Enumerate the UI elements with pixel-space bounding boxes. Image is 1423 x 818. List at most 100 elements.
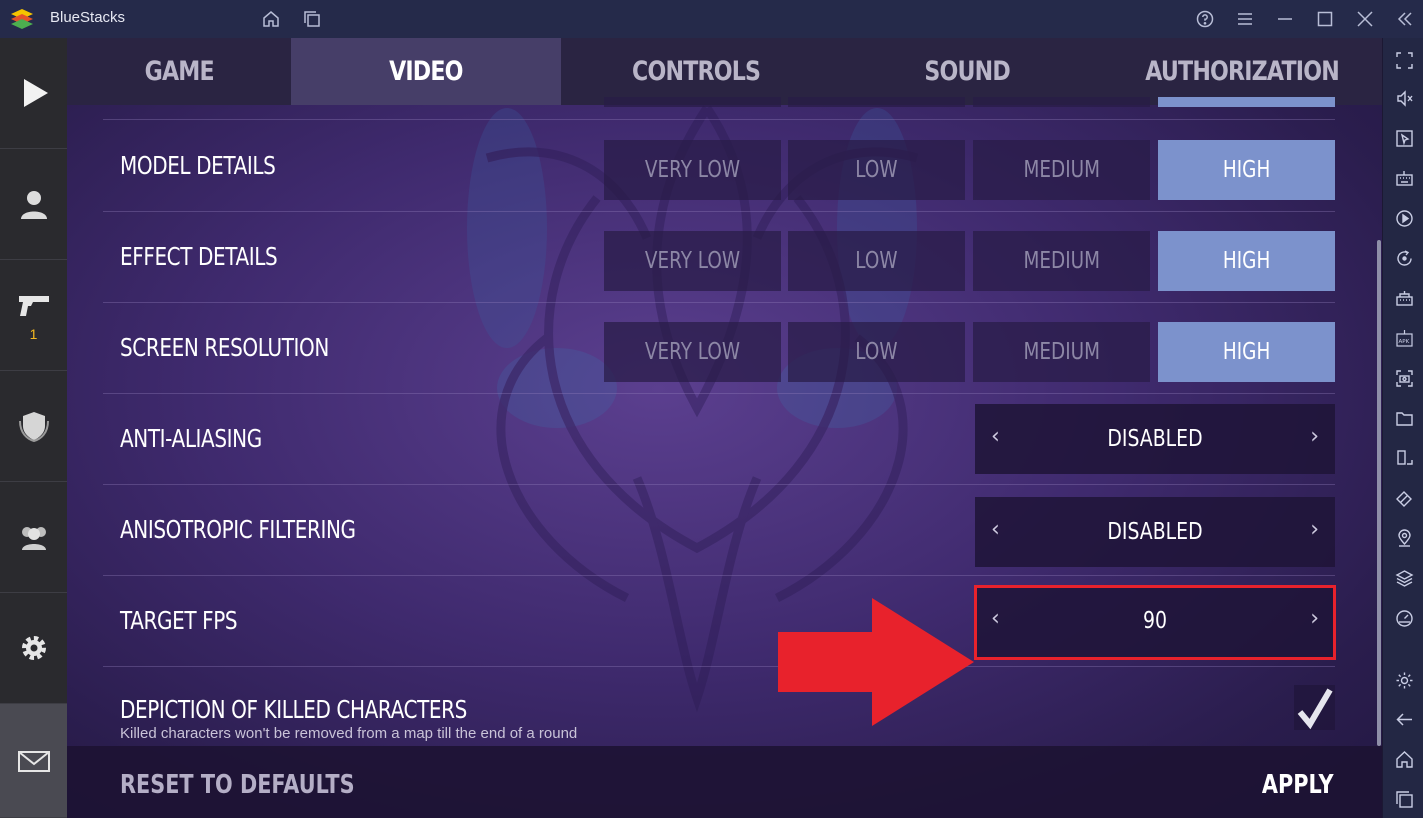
pistol-icon — [18, 296, 49, 316]
setting-row-partial — [103, 97, 1335, 120]
folder-icon[interactable] — [1393, 407, 1415, 429]
option-very-low[interactable]: VERY LOW — [604, 140, 781, 200]
location-icon[interactable] — [1393, 527, 1415, 549]
recent-apps-icon[interactable] — [1393, 788, 1415, 810]
friends-icon — [21, 527, 46, 550]
stepper-value: DISABLED — [1107, 519, 1203, 545]
arrow-left-icon[interactable]: ‹ — [991, 517, 1000, 542]
scrollbar[interactable] — [1377, 240, 1381, 746]
stepper-value: DISABLED — [1107, 426, 1203, 452]
setting-description: Killed characters won't be removed from … — [120, 725, 578, 742]
gear-icon — [21, 636, 46, 660]
collapse-sidebar-icon[interactable] — [1393, 7, 1417, 31]
screenshot-icon[interactable] — [1393, 367, 1415, 389]
pointer-icon[interactable] — [1393, 127, 1415, 149]
option-medium[interactable]: MEDIUM — [973, 231, 1150, 291]
value-stepper: ‹ 90 › — [974, 585, 1336, 660]
rotate-icon[interactable] — [1393, 247, 1415, 269]
tab-authorization[interactable]: AUTHORIZATION — [1103, 38, 1382, 105]
option-high[interactable]: HIGH — [1158, 140, 1335, 200]
fullscreen-icon[interactable] — [1393, 49, 1415, 71]
volume-icon[interactable] — [1393, 87, 1415, 109]
multi-instance-icon[interactable] — [300, 7, 324, 31]
sidebar-item-profile[interactable] — [0, 149, 67, 260]
option-medium[interactable]: MEDIUM — [973, 140, 1150, 200]
setting-label: MODEL DETAILS — [120, 151, 276, 180]
media-icon[interactable] — [1393, 207, 1415, 229]
option-low[interactable]: LOW — [788, 322, 965, 382]
setting-row-target-fps: TARGET FPS ‹ 90 › — [103, 576, 1336, 667]
arrow-right-icon[interactable]: › — [1310, 517, 1319, 542]
tab-video[interactable]: VIDEO — [291, 38, 561, 105]
apply-button[interactable]: APPLY — [1262, 770, 1334, 800]
setting-label: EFFECT DETAILS — [120, 242, 278, 271]
arrow-right-icon[interactable]: › — [1310, 424, 1319, 449]
arrow-left-icon[interactable]: ‹ — [991, 424, 1000, 449]
app-title: BlueStacks — [50, 9, 126, 26]
apk-icon[interactable]: APK — [1393, 327, 1415, 349]
option-medium[interactable]: MEDIUM — [973, 322, 1150, 382]
sidebar-item-clan[interactable] — [0, 371, 67, 482]
right-toolbar: APK — [1383, 38, 1423, 818]
back-icon[interactable] — [1393, 708, 1415, 730]
depiction-checkbox[interactable] — [1294, 685, 1335, 730]
setting-label: TARGET FPS — [120, 606, 238, 635]
reset-to-defaults-button[interactable]: RESET TO DEFAULTS — [120, 770, 355, 800]
macro-icon[interactable] — [1393, 287, 1415, 309]
game-sidebar: 1 — [0, 38, 67, 818]
settings-panel: GAME VIDEO CONTROLS SOUND AUTHORIZATION … — [67, 38, 1382, 818]
setting-row-screen-resolution: SCREEN RESOLUTION VERY LOW LOW MEDIUM HI… — [103, 303, 1335, 394]
minimize-icon[interactable] — [1273, 7, 1297, 31]
setting-row-effect-details: EFFECT DETAILS VERY LOW LOW MEDIUM HIGH — [103, 212, 1335, 303]
tab-sound[interactable]: SOUND — [831, 38, 1103, 105]
layers-icon[interactable] — [1393, 567, 1415, 589]
eraser-icon[interactable] — [1393, 487, 1415, 509]
sidebar-item-friends[interactable] — [0, 482, 67, 593]
play-icon — [23, 79, 48, 107]
keyboard-icon[interactable] — [1393, 167, 1415, 189]
option-high[interactable]: HIGH — [1158, 322, 1335, 382]
setting-row-anti-aliasing: ANTI-ALIASING ‹ DISABLED › — [103, 394, 1335, 485]
sidebar-item-play[interactable] — [0, 38, 67, 149]
arrow-left-icon[interactable]: ‹ — [991, 606, 1000, 631]
option-low[interactable]: LOW — [788, 140, 965, 200]
mail-icon — [17, 750, 50, 772]
setting-label: SCREEN RESOLUTION — [120, 333, 329, 362]
sidebar-item-mail[interactable] — [0, 704, 67, 818]
settings-icon[interactable] — [1393, 669, 1415, 691]
option-high[interactable]: HIGH — [1158, 231, 1335, 291]
sidebar-item-weapons[interactable]: 1 — [0, 260, 67, 371]
sidebar-item-settings[interactable] — [0, 593, 67, 704]
option-very-low[interactable]: VERY LOW — [604, 322, 781, 382]
shield-icon — [18, 412, 49, 443]
speedometer-icon[interactable] — [1393, 607, 1415, 629]
home-icon[interactable] — [259, 7, 283, 31]
stepper-value: 90 — [1142, 608, 1168, 634]
help-icon[interactable] — [1193, 7, 1217, 31]
menu-icon[interactable] — [1233, 7, 1257, 31]
profile-icon — [20, 191, 47, 219]
settings-footer: RESET TO DEFAULTS APPLY — [67, 746, 1382, 818]
option-very-low[interactable]: VERY LOW — [604, 231, 781, 291]
setting-row-model-details: MODEL DETAILS VERY LOW LOW MEDIUM HIGH — [103, 121, 1335, 212]
setting-label: ANTI-ALIASING — [120, 424, 262, 453]
setting-row-depiction: DEPICTION OF KILLED CHARACTERS Killed ch… — [103, 667, 1335, 747]
resize-icon[interactable] — [1393, 447, 1415, 469]
value-stepper: ‹ DISABLED › — [975, 404, 1335, 474]
tab-controls[interactable]: CONTROLS — [561, 38, 831, 105]
tab-game[interactable]: GAME — [67, 38, 291, 105]
setting-label: ANISOTROPIC FILTERING — [120, 515, 356, 544]
tab-bar: GAME VIDEO CONTROLS SOUND AUTHORIZATION — [67, 38, 1382, 105]
weapons-count-badge: 1 — [29, 326, 38, 342]
title-bar: BlueStacks — [0, 0, 1423, 38]
option-low[interactable]: LOW — [788, 231, 965, 291]
maximize-icon[interactable] — [1313, 7, 1337, 31]
arrow-right-icon[interactable]: › — [1310, 606, 1319, 631]
annotation-arrow-icon — [778, 598, 974, 726]
close-icon[interactable] — [1353, 7, 1377, 31]
home-icon[interactable] — [1393, 748, 1415, 770]
setting-row-anisotropic-filtering: ANISOTROPIC FILTERING ‹ DISABLED › — [103, 485, 1335, 576]
value-stepper: ‹ DISABLED › — [975, 497, 1335, 567]
checkmark-icon — [1297, 687, 1333, 729]
setting-label: DEPICTION OF KILLED CHARACTERS — [120, 695, 467, 724]
